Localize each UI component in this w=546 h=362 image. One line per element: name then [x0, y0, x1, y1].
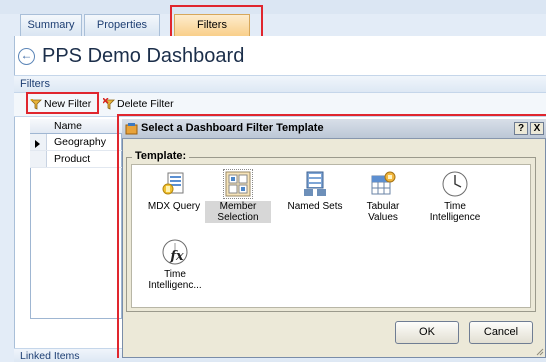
table-row[interactable]: Geography	[30, 134, 122, 151]
table-row[interactable]: Product	[30, 151, 122, 168]
tab-properties-label: Properties	[96, 19, 148, 31]
row-geography-label: Geography	[54, 136, 106, 148]
delete-filter-icon	[103, 98, 115, 110]
current-row-arrow-icon	[35, 140, 40, 148]
back-arrow-icon[interactable]: ←	[18, 48, 35, 65]
row-product-label: Product	[54, 153, 91, 165]
tab-properties[interactable]: Properties	[84, 14, 160, 36]
tab-summary[interactable]: Summary	[20, 14, 82, 36]
dialog-highlight	[117, 114, 546, 358]
filters-section-header: Filters	[14, 75, 546, 93]
delete-filter-label: Delete Filter	[117, 98, 174, 110]
delete-filter-button[interactable]: Delete Filter	[103, 95, 174, 113]
new-filter-highlight	[26, 92, 99, 114]
grid-column-name[interactable]: Name	[30, 119, 122, 134]
top-strip	[0, 0, 546, 14]
tab-summary-label: Summary	[27, 19, 75, 31]
page-title: PPS Demo Dashboard	[42, 45, 245, 67]
